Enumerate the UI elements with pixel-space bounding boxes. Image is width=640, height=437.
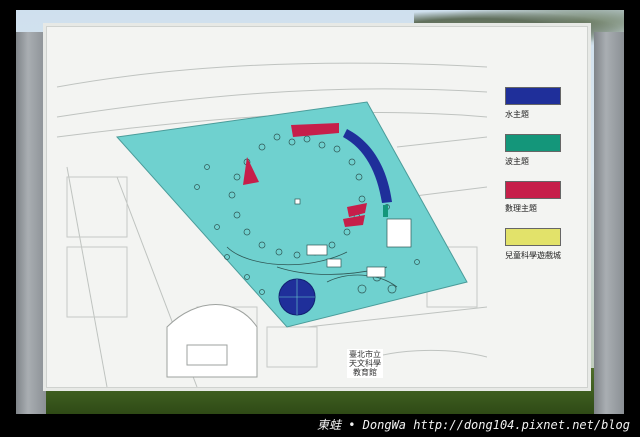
map-signboard: 臺北市立 天文科學 教育館 水主題 波主題 數理主題 兒童科學遊戲城 <box>46 26 588 388</box>
legend-swatch-wave <box>505 134 561 152</box>
map-legend: 水主題 波主題 數理主題 兒童科學遊戲城 <box>505 87 569 275</box>
legend-label-kids-science-city: 兒童科學遊戲城 <box>505 251 561 260</box>
legend-item-water: 水主題 <box>505 87 569 120</box>
legend-swatch-math <box>505 181 561 199</box>
legend-item-kids-science-city: 兒童科學遊戲城 <box>505 228 569 261</box>
watermark-text: 東蛙 • DongWa http://dong104.pixnet.net/bl… <box>317 418 630 432</box>
legend-swatch-kids-science-city <box>505 228 561 246</box>
museum-label: 臺北市立 天文科學 教育館 <box>347 349 383 378</box>
photo-frame: 臺北市立 天文科學 教育館 水主題 波主題 數理主題 兒童科學遊戲城 <box>16 10 624 414</box>
right-support-post <box>594 32 624 414</box>
museum-building <box>166 304 258 378</box>
legend-label-math: 數理主題 <box>505 204 537 213</box>
museum-label-line-1: 臺北市立 <box>349 350 381 359</box>
legend-label-water: 水主題 <box>505 110 529 119</box>
museum-label-line-2: 天文科學 <box>349 359 381 368</box>
caption-bar: 東蛙 • DongWa http://dong104.pixnet.net/bl… <box>0 414 640 437</box>
left-support-post <box>16 32 46 414</box>
site-map <box>56 62 487 387</box>
legend-item-wave: 波主題 <box>505 134 569 167</box>
legend-item-math: 數理主題 <box>505 181 569 214</box>
legend-label-wave: 波主題 <box>505 157 529 166</box>
museum-label-line-3: 教育館 <box>353 368 377 377</box>
legend-swatch-water <box>505 87 561 105</box>
wave-theme-zone <box>383 205 388 217</box>
